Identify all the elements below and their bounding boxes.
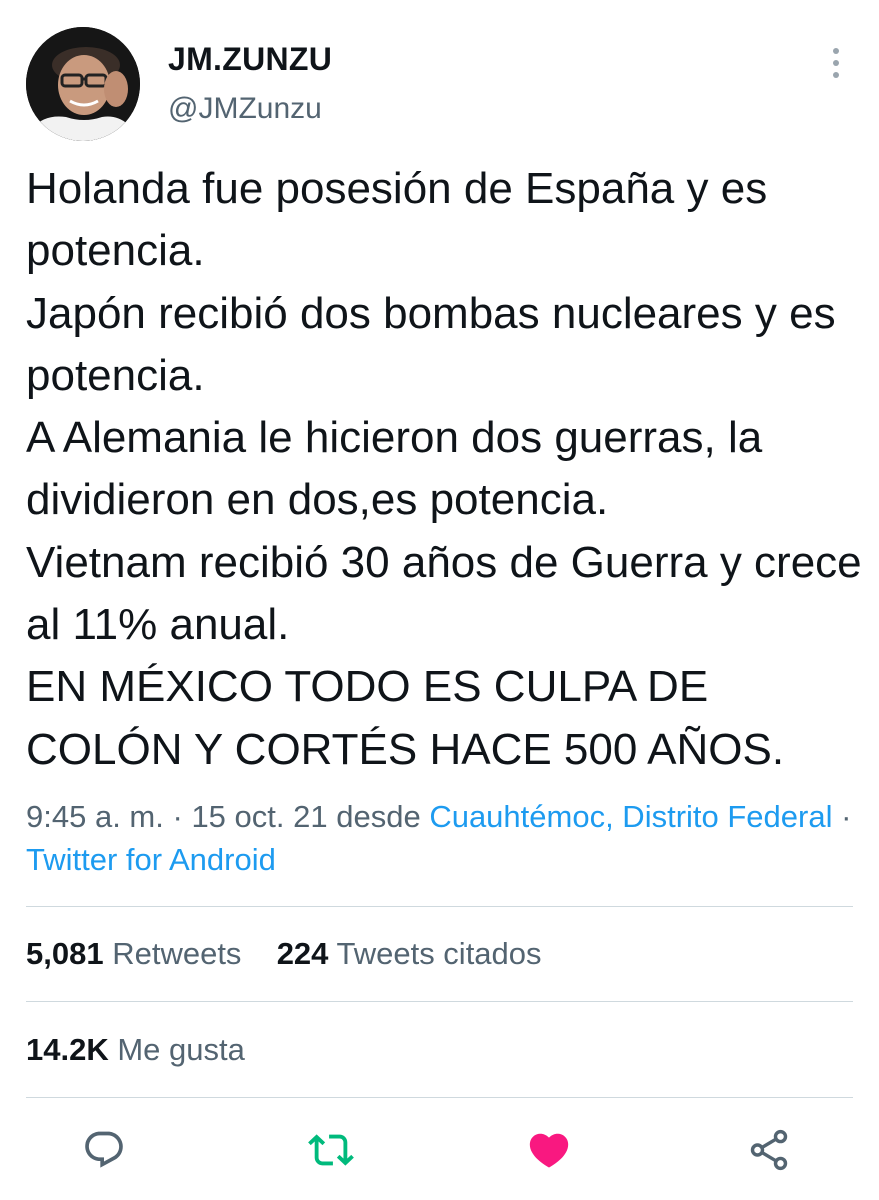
more-vertical-icon[interactable] — [822, 45, 850, 81]
reply-button[interactable] — [79, 1125, 129, 1175]
retweets-label: Retweets — [112, 936, 242, 971]
like-button[interactable] — [524, 1125, 574, 1175]
retweets-count: 5,081 — [26, 936, 104, 971]
user-handle[interactable]: @JMZunzu — [168, 92, 322, 126]
share-button[interactable] — [744, 1125, 794, 1175]
from-label: desde — [336, 799, 421, 834]
retweet-icon — [308, 1134, 354, 1166]
share-icon — [750, 1129, 788, 1171]
likes-count: 14.2K — [26, 1032, 109, 1067]
display-name[interactable]: JM.ZUNZU — [168, 41, 332, 78]
quotes-count: 224 — [276, 936, 329, 971]
meta-separator-2: · — [841, 799, 852, 834]
avatar[interactable] — [26, 27, 140, 141]
tweet-text: Holanda fue posesión de España y es pote… — [26, 164, 862, 774]
likes-label: Me gusta — [117, 1032, 245, 1067]
likes-stats-row: 14.2K Me gusta — [26, 1032, 245, 1068]
client-link[interactable]: Twitter for Android — [26, 842, 276, 877]
heart-icon — [529, 1133, 569, 1168]
likes-stat[interactable]: 14.2K Me gusta — [26, 1032, 245, 1068]
retweet-button[interactable] — [306, 1125, 356, 1175]
retweet-stats-row: 5,081 Retweets 224 Tweets citados — [26, 936, 542, 972]
location-link[interactable]: Cuauhtémoc, Distrito Federal — [429, 799, 832, 834]
tweet-time[interactable]: 9:45 a. m. — [26, 799, 164, 834]
retweets-stat[interactable]: 5,081 Retweets — [26, 936, 241, 972]
avatar-image — [26, 27, 140, 141]
quotes-stat[interactable]: 224 Tweets citados — [277, 936, 542, 972]
tweet-date[interactable]: 15 oct. 21 — [191, 799, 327, 834]
divider — [26, 1097, 853, 1098]
divider — [26, 906, 853, 907]
divider — [26, 1001, 853, 1002]
tweet-metadata: 9:45 a. m. · 15 oct. 21 desde Cuauhtémoc… — [26, 795, 856, 881]
quotes-label: Tweets citados — [336, 936, 542, 971]
meta-separator: · — [172, 799, 183, 834]
reply-icon — [85, 1131, 123, 1168]
